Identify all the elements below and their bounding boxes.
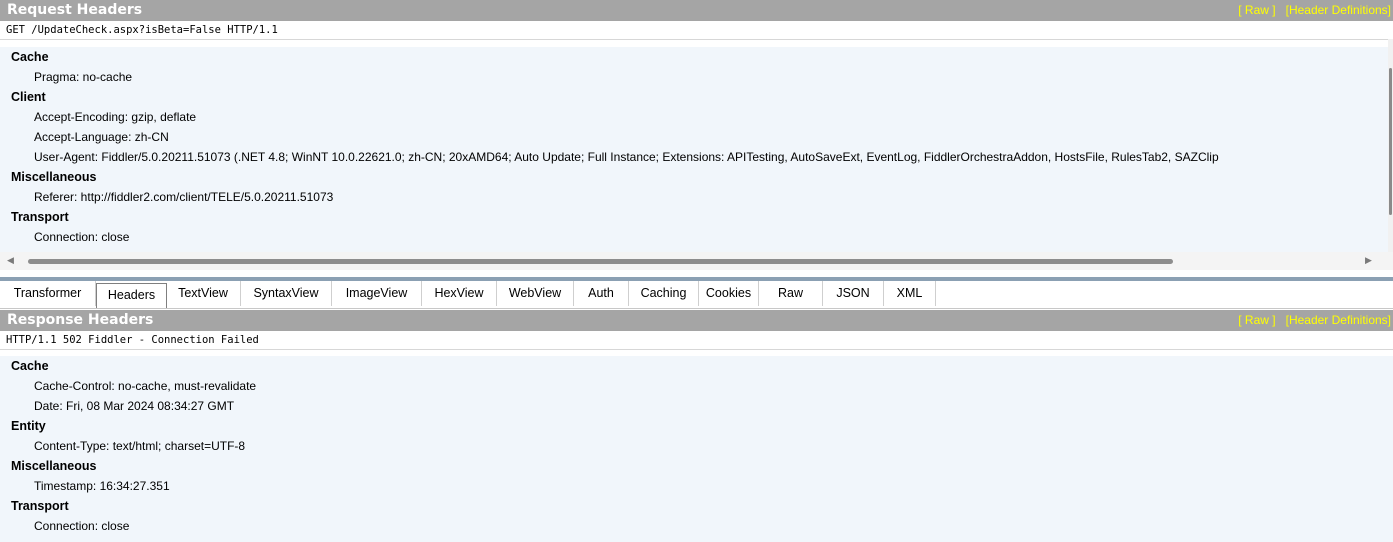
- request-headers-tree[interactable]: Cache Pragma: no-cache Client Accept-Encodi…: [0, 47, 1388, 252]
- tab-raw[interactable]: Raw: [759, 281, 823, 306]
- tab-webview[interactable]: WebView: [497, 281, 574, 306]
- header-item[interactable]: Date: Fri, 08 Mar 2024 08:34:27 GMT: [34, 396, 234, 416]
- header-group-miscellaneous[interactable]: Miscellaneous: [11, 456, 96, 476]
- inspector-tab-bar: Transformer Headers TextView SyntaxView Imag…: [0, 281, 1393, 309]
- scroll-right-icon[interactable]: ▶: [1365, 256, 1372, 266]
- tab-json[interactable]: JSON: [823, 281, 884, 306]
- header-group-entity[interactable]: Entity: [11, 416, 46, 436]
- scroll-left-icon[interactable]: ◀: [7, 256, 14, 266]
- request-header-links: [ Raw ] [Header Definitions]: [1238, 3, 1391, 17]
- header-item[interactable]: Accept-Encoding: gzip, deflate: [34, 107, 196, 127]
- tab-imageview[interactable]: ImageView: [332, 281, 422, 306]
- header-group-transport[interactable]: Transport: [11, 207, 69, 227]
- tab-hexview[interactable]: HexView: [422, 281, 497, 306]
- tab-auth[interactable]: Auth: [574, 281, 629, 306]
- status-line: HTTP/1.1 502 Fiddler - Connection Failed: [0, 331, 1393, 350]
- header-item[interactable]: User-Agent: Fiddler/5.0.20211.51073 (.NE…: [34, 147, 1219, 167]
- request-header-definitions-link[interactable]: [Header Definitions]: [1286, 3, 1391, 17]
- status-line-text[interactable]: HTTP/1.1 502 Fiddler - Connection Failed: [6, 334, 259, 346]
- header-item[interactable]: Referer: http://fiddler2.com/client/TELE…: [34, 187, 333, 207]
- tab-syntaxview[interactable]: SyntaxView: [241, 281, 332, 306]
- response-headers-title: Response Headers: [7, 312, 154, 328]
- header-item[interactable]: Connection: close: [34, 516, 129, 536]
- header-group-cache[interactable]: Cache: [11, 356, 49, 376]
- header-item[interactable]: Cache-Control: no-cache, must-revalidate: [34, 376, 256, 396]
- header-item[interactable]: Connection: close: [34, 227, 129, 247]
- response-raw-link[interactable]: [ Raw ]: [1238, 313, 1275, 327]
- header-group-cache[interactable]: Cache: [11, 47, 49, 67]
- header-group-transport[interactable]: Transport: [11, 496, 69, 516]
- request-headers-titlebar: Request Headers [ Raw ] [Header Definiti…: [0, 0, 1393, 21]
- tab-caching[interactable]: Caching: [629, 281, 699, 306]
- tab-textview[interactable]: TextView: [166, 281, 241, 306]
- tab-headers[interactable]: Headers: [96, 283, 167, 308]
- tab-transformer[interactable]: Transformer: [0, 281, 96, 306]
- request-line-text[interactable]: GET /UpdateCheck.aspx?isBeta=False HTTP/…: [6, 24, 278, 36]
- header-group-miscellaneous[interactable]: Miscellaneous: [11, 167, 96, 187]
- tab-cookies[interactable]: Cookies: [699, 281, 759, 306]
- request-line: GET /UpdateCheck.aspx?isBeta=False HTTP/…: [0, 21, 1393, 40]
- response-headers-tree[interactable]: Cache Cache-Control: no-cache, must-reval…: [0, 356, 1393, 542]
- header-group-client[interactable]: Client: [11, 87, 46, 107]
- request-vertical-scroll-thumb[interactable]: [1389, 68, 1392, 215]
- header-item[interactable]: Pragma: no-cache: [34, 67, 132, 87]
- header-item[interactable]: Timestamp: 16:34:27.351: [34, 476, 170, 496]
- response-header-links: [ Raw ] [Header Definitions]: [1238, 313, 1391, 327]
- response-headers-titlebar: Response Headers [ Raw ] [Header Definit…: [0, 310, 1393, 331]
- request-horizontal-scroll-thumb[interactable]: [28, 259, 1173, 264]
- request-raw-link[interactable]: [ Raw ]: [1238, 3, 1275, 17]
- response-header-definitions-link[interactable]: [Header Definitions]: [1286, 313, 1391, 327]
- tab-xml[interactable]: XML: [884, 281, 936, 306]
- header-item[interactable]: Accept-Language: zh-CN: [34, 127, 169, 147]
- request-headers-title: Request Headers: [7, 2, 143, 18]
- header-item[interactable]: Content-Type: text/html; charset=UTF-8: [34, 436, 245, 456]
- scrollbar-corner: [1388, 252, 1393, 270]
